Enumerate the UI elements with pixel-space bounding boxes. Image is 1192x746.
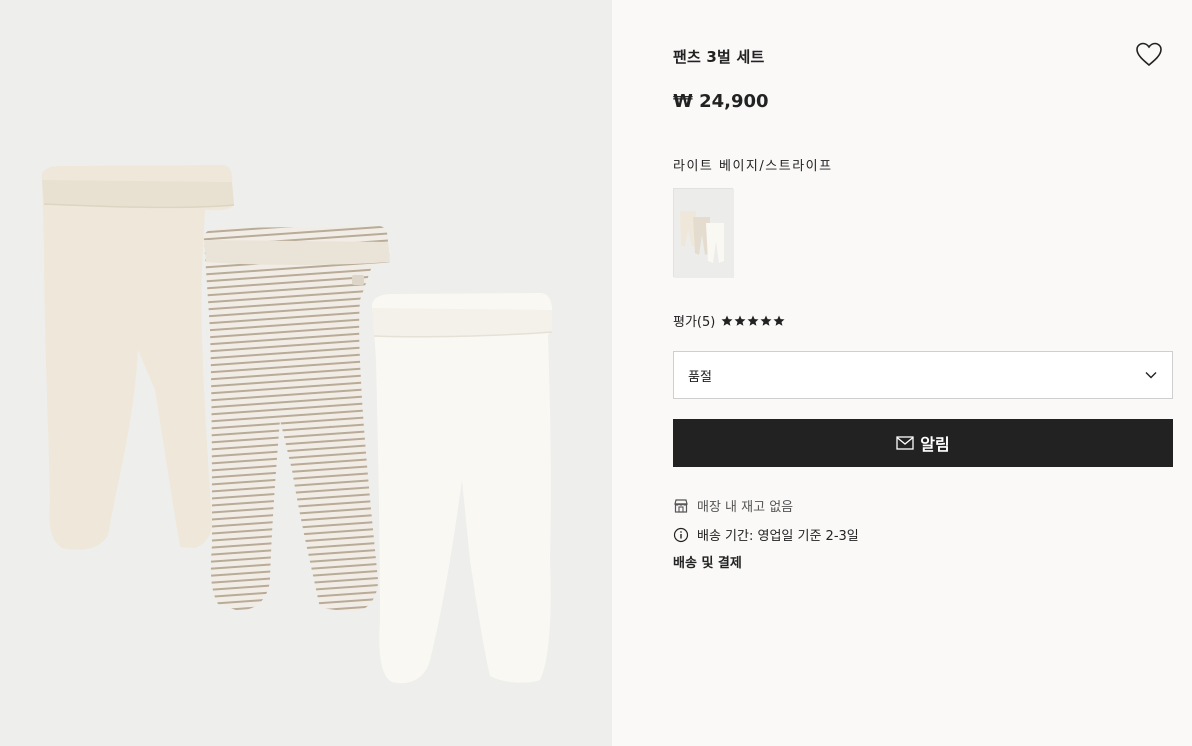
info-icon — [673, 527, 689, 542]
star-icon — [747, 315, 759, 326]
product-photo-illustration — [41, 165, 553, 684]
mail-icon — [896, 436, 914, 450]
store-availability: 매장 내 재고 없음 — [673, 496, 793, 515]
color-name: 라이트 베이지/스트라이프 — [673, 159, 833, 174]
swatch-thumbnail — [674, 189, 734, 278]
shipping-payment-link[interactable]: 배송 및 결제 — [673, 552, 742, 571]
star-icon — [721, 315, 733, 326]
chevron-down-icon — [1145, 372, 1157, 379]
delivery-time-text: 배송 기간: 영업일 기준 2-3일 — [697, 529, 859, 544]
heart-icon — [1136, 42, 1162, 67]
product-price: ₩ 24,900 — [673, 91, 769, 112]
rating-summary[interactable]: 평가(5) — [673, 311, 785, 330]
pants-beige — [41, 165, 235, 550]
label-tag-icon — [352, 275, 364, 285]
pants-white — [371, 293, 553, 684]
product-image[interactable] — [0, 0, 612, 746]
rating-label: 평가(5) — [673, 315, 716, 330]
product-title: 팬츠 3벌 세트 — [673, 48, 765, 66]
store-stock-text: 매장 내 재고 없음 — [697, 500, 794, 515]
size-select[interactable]: 품절 — [673, 351, 1173, 399]
notify-button-label: 알림 — [920, 435, 950, 454]
rating-stars — [721, 315, 785, 327]
star-icon — [734, 315, 746, 326]
delivery-info: 배송 기간: 영업일 기준 2-3일 — [673, 525, 859, 544]
store-icon — [674, 498, 688, 513]
notify-button[interactable]: 알림 — [673, 419, 1173, 467]
pants-striped — [203, 226, 390, 612]
star-icon — [760, 315, 772, 326]
size-select-value: 품절 — [688, 369, 712, 385]
product-page: 팬츠 3벌 세트 ₩ 24,900 라이트 베이지/스트라이프 평가(5) 품절… — [0, 0, 1192, 746]
wishlist-button[interactable] — [1135, 41, 1163, 67]
product-info-panel: 팬츠 3벌 세트 ₩ 24,900 라이트 베이지/스트라이프 평가(5) 품절… — [612, 0, 1192, 746]
star-icon — [773, 315, 785, 326]
color-swatch-light-beige-stripe[interactable] — [673, 188, 734, 278]
